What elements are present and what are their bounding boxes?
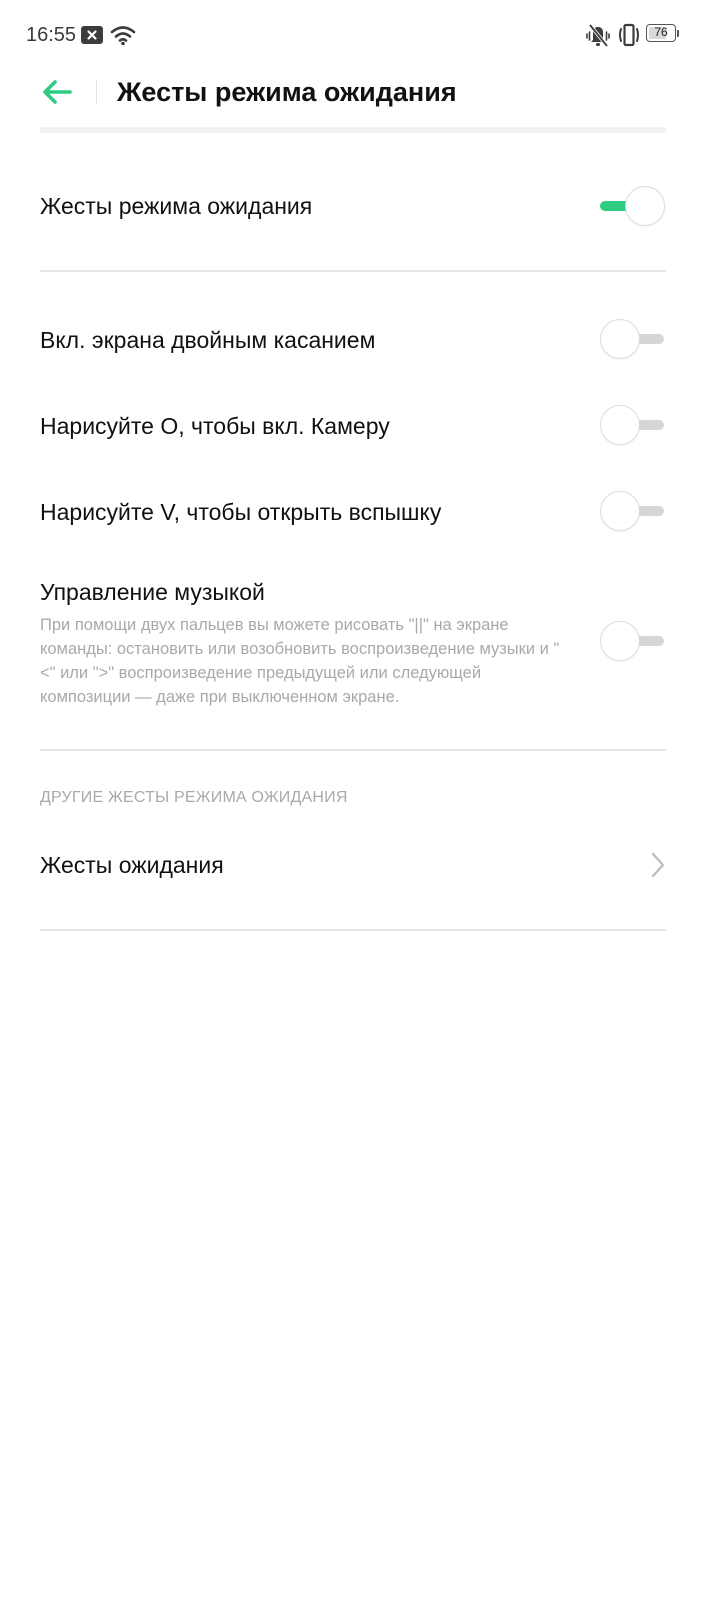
toolbar: Жесты режима ожидания (0, 62, 720, 124)
master-toggle-row[interactable]: Жесты режима ожидания (40, 160, 666, 252)
music-control-label: Управление музыкой (40, 579, 265, 605)
standby-gestures-label: Жесты ожидания (40, 852, 224, 878)
draw-v-flashlight-row[interactable]: Нарисуйте V, чтобы открыть вспышку (40, 472, 666, 552)
wifi-icon (110, 24, 136, 50)
back-button[interactable] (36, 72, 80, 112)
master-toggle-label: Жесты режима ожидания (40, 193, 313, 219)
divider (40, 270, 666, 272)
mute-icon (584, 22, 612, 48)
divider (40, 929, 666, 931)
battery-icon: 76 (646, 24, 676, 42)
chevron-right-icon (648, 850, 668, 880)
battery-tip (677, 30, 679, 37)
switch-thumb (625, 186, 665, 226)
status-time: 16:55 (26, 24, 77, 46)
back-arrow-icon (36, 80, 80, 116)
double-tap-wake-switch[interactable] (600, 318, 666, 360)
draw-o-camera-row[interactable]: Нарисуйте O, чтобы вкл. Камеру (40, 386, 666, 466)
switch-thumb (600, 491, 640, 531)
master-toggle-switch[interactable] (600, 185, 666, 227)
draw-v-flashlight-label: Нарисуйте V, чтобы открыть вспышку (40, 499, 442, 525)
draw-o-camera-label: Нарисуйте O, чтобы вкл. Камеру (40, 413, 390, 439)
notification-x-icon (80, 25, 104, 51)
other-gestures-section-header: ДРУГИЕ ЖЕСТЫ РЕЖИМА ОЖИДАНИЯ (40, 789, 348, 806)
page-title: Жесты режима ожидания (117, 77, 457, 107)
music-control-row[interactable]: Управление музыкой При помощи двух пальц… (40, 570, 666, 720)
music-control-switch[interactable] (600, 620, 666, 662)
battery-percentage: 76 (654, 25, 668, 39)
draw-o-camera-switch[interactable] (600, 404, 666, 446)
switch-thumb (600, 405, 640, 445)
toolbar-divider (96, 80, 97, 104)
divider (40, 749, 666, 751)
switch-thumb (600, 621, 640, 661)
vibrate-icon (616, 23, 642, 49)
header-shadow (40, 127, 666, 133)
switch-thumb (600, 319, 640, 359)
draw-v-flashlight-switch[interactable] (600, 490, 666, 532)
standby-gestures-row[interactable]: Жесты ожидания (40, 826, 666, 906)
double-tap-wake-label: Вкл. экрана двойным касанием (40, 327, 376, 353)
music-control-summary: При помощи двух пальцев вы можете рисова… (40, 616, 560, 706)
double-tap-wake-row[interactable]: Вкл. экрана двойным касанием (40, 300, 666, 380)
status-bar: 16:55 76 (0, 0, 720, 70)
